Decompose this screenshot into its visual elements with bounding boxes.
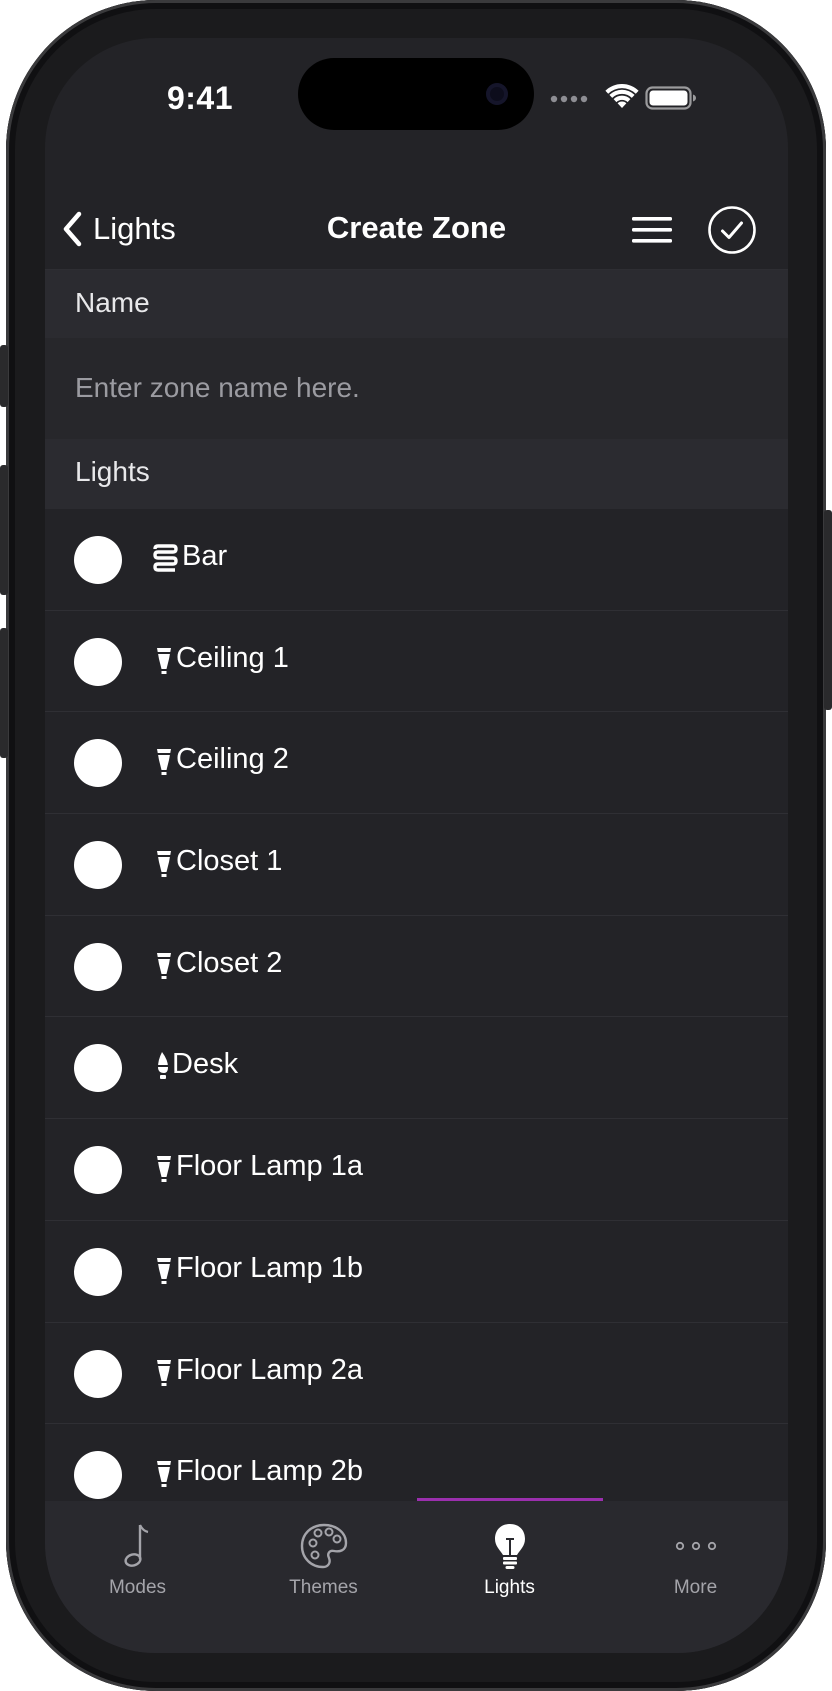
lights-list: Bar Ceiling 1 Ceiling 2 Closet 1 Closet … — [45, 509, 788, 1526]
light-row-ceiling-2[interactable]: Ceiling 2 — [45, 712, 788, 815]
status-icons — [550, 84, 730, 114]
lights-section-header: Lights — [45, 439, 788, 509]
light-label: Closet 2 — [176, 946, 283, 979]
checkmark-circle-icon — [708, 206, 756, 254]
dynamic-island — [298, 58, 534, 130]
back-label: Lights — [93, 211, 176, 246]
selection-circle[interactable] — [74, 841, 122, 890]
camera-icon — [486, 83, 508, 105]
light-label: Floor Lamp 2b — [176, 1455, 363, 1488]
hamburger-icon — [632, 217, 672, 243]
light-row-bar[interactable]: Bar — [45, 509, 788, 611]
chevron-left-icon — [63, 211, 82, 247]
zone-name-row — [45, 338, 788, 439]
volume-down-button — [0, 628, 8, 758]
spot-bulb-icon — [157, 1257, 171, 1284]
power-button — [824, 510, 832, 710]
navigation-bar: Lights Create Zone — [45, 188, 788, 270]
tab-label: Lights — [484, 1577, 535, 1598]
menu-button[interactable] — [630, 210, 674, 250]
tab-bar: Modes Themes Lights More — [45, 1501, 788, 1653]
name-section-header: Name — [45, 270, 788, 338]
selection-circle[interactable] — [74, 536, 122, 584]
selection-circle[interactable] — [74, 942, 122, 991]
name-section-title: Name — [75, 287, 150, 318]
lights-section-title: Lights — [75, 456, 150, 487]
done-button[interactable] — [708, 206, 756, 254]
tab-modes[interactable]: Modes — [45, 1501, 230, 1621]
light-label: Closet 1 — [176, 845, 283, 878]
spot-bulb-icon — [157, 749, 171, 776]
status-time: 9:41 — [166, 80, 234, 116]
zone-name-input[interactable] — [75, 364, 755, 412]
light-label: Bar — [182, 540, 228, 572]
tab-label: More — [673, 1577, 718, 1598]
selection-circle[interactable] — [74, 1247, 122, 1296]
selection-circle[interactable] — [74, 1146, 122, 1195]
selection-circle[interactable] — [74, 1451, 122, 1500]
light-label: Ceiling 1 — [176, 641, 289, 674]
tab-lights[interactable]: Lights — [417, 1501, 602, 1621]
tab-more[interactable]: More — [603, 1501, 788, 1621]
spot-bulb-icon — [157, 1461, 171, 1488]
app-screen: 9:41 Lights Create Zone Name Enter zone … — [45, 38, 788, 1653]
music-note-icon — [123, 1524, 148, 1567]
selection-circle[interactable] — [74, 637, 122, 686]
light-row-floor-lamp-1b[interactable]: Floor Lamp 1b — [45, 1220, 788, 1323]
spot-bulb-icon — [157, 1359, 171, 1386]
back-button[interactable]: Lights — [59, 208, 176, 250]
palette-icon — [300, 1523, 347, 1569]
lightstrip-icon — [153, 544, 178, 572]
signal-dots-icon — [550, 95, 588, 103]
light-row-closet-1[interactable]: Closet 1 — [45, 814, 788, 916]
status-bar: 9:41 — [45, 38, 788, 188]
wifi-icon — [605, 84, 639, 108]
selection-circle[interactable] — [74, 739, 122, 788]
spot-bulb-icon — [157, 952, 171, 979]
light-row-floor-lamp-1a[interactable]: Floor Lamp 1a — [45, 1119, 788, 1221]
spot-bulb-icon — [157, 851, 171, 878]
ellipsis-icon — [675, 1541, 716, 1551]
light-label: Floor Lamp 2a — [176, 1353, 363, 1386]
light-label: Ceiling 2 — [176, 743, 289, 776]
battery-icon — [645, 86, 696, 110]
tab-themes[interactable]: Themes — [231, 1501, 416, 1621]
action-button — [0, 345, 8, 407]
light-label: Floor Lamp 1b — [176, 1251, 363, 1284]
selection-circle[interactable] — [74, 1044, 122, 1093]
light-row-closet-2[interactable]: Closet 2 — [45, 915, 788, 1018]
light-label: Floor Lamp 1a — [176, 1150, 363, 1183]
light-row-floor-lamp-2a[interactable]: Floor Lamp 2a — [45, 1322, 788, 1425]
light-row-ceiling-1[interactable]: Ceiling 1 — [45, 610, 788, 713]
spot-bulb-icon — [157, 647, 171, 674]
spot-bulb-icon — [157, 1156, 171, 1183]
tab-label: Themes — [289, 1577, 358, 1598]
light-row-desk[interactable]: Desk — [45, 1017, 788, 1120]
light-label: Desk — [172, 1048, 239, 1081]
tab-label: Modes — [108, 1577, 167, 1598]
volume-up-button — [0, 465, 8, 595]
selection-circle[interactable] — [74, 1349, 122, 1398]
lightbulb-icon — [494, 1524, 525, 1569]
